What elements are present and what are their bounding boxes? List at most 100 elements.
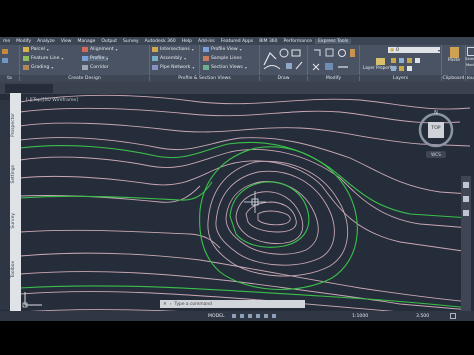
panel-title-modify[interactable]: Modify (308, 76, 360, 81)
menu-item-add-ins[interactable]: Add-ins (195, 39, 218, 44)
menu-item-survey[interactable]: Survey (120, 39, 142, 44)
command-input[interactable]: Type a command (174, 302, 211, 307)
panel-title-touch[interactable]: Touch (466, 76, 474, 81)
chevron-down-icon: ▾ (46, 47, 49, 52)
profile-button[interactable]: Profile ▾ (82, 56, 109, 61)
chevron-down-icon: ▾ (239, 47, 242, 52)
corridor-button[interactable]: Corridor (82, 65, 109, 70)
profile-view-label: Profile View (211, 47, 238, 52)
polar-icon[interactable] (256, 314, 260, 318)
palette-tab-prospector[interactable]: Prospector (11, 113, 16, 137)
grid-icon[interactable] (232, 314, 236, 318)
svg-text:N: N (434, 110, 438, 116)
snap-icon[interactable] (240, 314, 244, 318)
osnap-icon[interactable] (264, 314, 268, 318)
viewcube-face[interactable]: TOP (428, 126, 444, 131)
pipe-network-button[interactable]: Pipe Network ▾ (152, 65, 194, 70)
panel-draw (260, 45, 308, 75)
panel-clipboard: Paste (442, 45, 466, 75)
panel-title-draw[interactable]: Draw (260, 76, 308, 81)
drawing-area[interactable] (0, 82, 474, 326)
panel-layers: Layer Properties ● 0 ▾ (360, 45, 442, 75)
menu-item-partial[interactable]: me (0, 39, 13, 44)
chevron-down-icon: ▾ (51, 65, 54, 70)
panel-data (0, 45, 20, 75)
assembly-button[interactable]: Assembly ▾ (152, 56, 186, 61)
grading-button[interactable]: Grading ▾ (23, 65, 53, 70)
menu-item-autodesk-360[interactable]: Autodesk 360 (142, 39, 179, 44)
draw-tools-icons[interactable] (260, 45, 306, 73)
feature-line-icon (23, 56, 29, 61)
pan-icon[interactable] (463, 182, 469, 188)
orbit-icon[interactable] (463, 210, 469, 216)
panel-title-layers[interactable]: Layers (360, 76, 442, 81)
panel-title-create-design[interactable]: Create Design (20, 76, 150, 81)
profile-icon (82, 56, 88, 61)
panel-modify (308, 45, 360, 75)
command-line[interactable]: ✕ › Type a command (160, 300, 305, 308)
intersections-icon (152, 47, 158, 52)
drawing-tab[interactable] (5, 84, 53, 93)
panel-title-clipboard[interactable]: Clipboard (442, 76, 466, 81)
wcs-menu[interactable]: WCS (426, 152, 446, 157)
palette-tab-settings[interactable]: Settings (11, 165, 16, 183)
intersections-label: Intersections (160, 47, 190, 52)
parcel-button[interactable]: Parcel ▾ (23, 47, 49, 52)
section-views-button[interactable]: Section Views ▾ (203, 65, 247, 70)
model-space-button[interactable]: MODEL (208, 314, 225, 319)
menu-item-analyze[interactable]: Analyze (34, 39, 58, 44)
sample-lines-button[interactable]: Sample Lines (203, 56, 242, 61)
modify-tools-icons[interactable] (308, 45, 358, 73)
paste-button[interactable]: Paste (445, 47, 463, 63)
menu-item-express-tools[interactable]: Express Tools (315, 38, 352, 44)
data-icon (2, 58, 8, 63)
ortho-icon[interactable] (248, 314, 252, 318)
close-icon[interactable]: ✕ (163, 302, 167, 307)
viewport-controls[interactable]: [-][Top][2D Wireframe] (26, 98, 78, 103)
intersections-button[interactable]: Intersections ▾ (152, 47, 194, 52)
menu-item-help[interactable]: Help (179, 39, 195, 44)
data-tool-2[interactable] (2, 58, 8, 63)
panel-create-design-2: Intersections ▾ Assembly ▾ Pipe Network ▾ (150, 45, 200, 75)
palette-tab-toolbox[interactable]: Toolbox (11, 261, 16, 278)
feature-line-label: Feature Line (31, 56, 60, 61)
layer-tools-icons[interactable] (390, 56, 438, 72)
layer-dropdown[interactable]: ● 0 ▾ (388, 47, 440, 53)
menu-item-output[interactable]: Output (98, 39, 120, 44)
left-strip (0, 100, 10, 310)
data-tool-1[interactable] (2, 49, 8, 54)
ribbon-panel-titles: ta Create Design Profile & Section Views… (0, 75, 474, 82)
menu-item-bim-360[interactable]: BIM 360 (256, 39, 280, 44)
panel-title-data[interactable]: ta (0, 76, 20, 81)
corridor-label: Corridor (90, 65, 109, 70)
menu-item-view[interactable]: View (58, 39, 75, 44)
annotation-scale[interactable]: 1:1000 (352, 314, 368, 319)
profile-view-button[interactable]: Profile View ▾ (203, 47, 242, 52)
menu-item-modify[interactable]: Modify (13, 39, 34, 44)
palette-tab-survey[interactable]: Survey (11, 213, 16, 229)
elevation-value[interactable]: 3.500 (416, 314, 429, 319)
menu-item-featured-apps[interactable]: Featured Apps (218, 39, 256, 44)
panel-create-design: Parcel ▾ Feature Line ▾ Grading ▾ Alignment… (20, 45, 150, 75)
menu-item-performance[interactable]: Performance (281, 39, 316, 44)
panel-title-profile-section-views[interactable]: Profile & Section Views (150, 76, 260, 81)
video-bottom-border (0, 321, 474, 355)
status-bar: MODEL 1:1000 3.500 (0, 311, 474, 321)
corridor-icon (82, 65, 88, 70)
select-mode-button[interactable]: Select Mode (464, 47, 474, 68)
otrack-icon[interactable] (272, 314, 276, 318)
grading-label: Grading (31, 65, 50, 70)
fullscreen-icon[interactable] (450, 313, 456, 319)
feature-line-button[interactable]: Feature Line ▾ (23, 56, 63, 61)
pipe-network-icon (152, 65, 158, 70)
viewcube[interactable]: N TOP WCS (414, 104, 458, 160)
alignment-button[interactable]: Alignment ▾ (82, 47, 118, 52)
navigation-bar (461, 176, 471, 318)
zoom-icon[interactable] (463, 196, 469, 202)
menu-bar: me Modify Analyze View Manage Output Sur… (0, 37, 474, 45)
menu-item-manage[interactable]: Manage (75, 39, 99, 44)
assembly-label: Assembly (160, 56, 183, 61)
layer-value: 0 (396, 47, 399, 53)
contour-map (19, 94, 471, 325)
data-icon (2, 49, 8, 54)
